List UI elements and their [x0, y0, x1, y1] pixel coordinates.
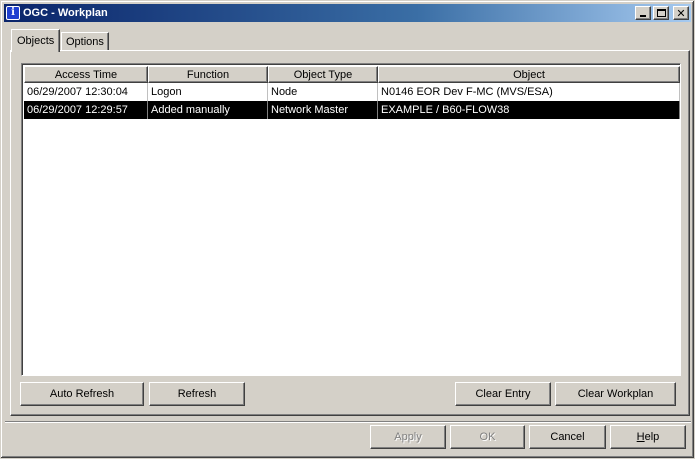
cell-function: Added manually: [148, 101, 268, 119]
cancel-button[interactable]: Cancel: [529, 425, 606, 449]
minimize-button[interactable]: [635, 6, 651, 20]
title-bar[interactable]: i OGC - Workplan ✕: [4, 4, 691, 22]
tab-objects[interactable]: Objects: [11, 29, 61, 52]
table-row-selected[interactable]: 06/29/2007 12:29:57 Added manually Netwo…: [24, 101, 680, 119]
bottom-separator: [5, 421, 691, 423]
cell-object: N0146 EOR Dev F-MC (MVS/ESA): [378, 83, 680, 101]
close-icon: ✕: [676, 6, 686, 20]
help-label-rest: elp: [644, 431, 660, 443]
close-button[interactable]: ✕: [673, 6, 689, 20]
column-header-access-time[interactable]: Access Time: [24, 66, 148, 83]
list-header: Access Time Function Object Type Object: [24, 66, 680, 83]
cell-object-type: Node: [268, 83, 378, 101]
auto-refresh-button[interactable]: Auto Refresh: [20, 382, 144, 406]
refresh-button[interactable]: Refresh: [149, 382, 245, 406]
minimize-icon: [640, 15, 646, 17]
column-header-function[interactable]: Function: [148, 66, 268, 83]
cell-access-time: 06/29/2007 12:30:04: [24, 83, 148, 101]
clear-workplan-button[interactable]: Clear Workplan: [555, 382, 676, 406]
help-button[interactable]: Help: [610, 425, 686, 449]
cell-object-type: Network Master: [268, 101, 378, 119]
workplan-list[interactable]: Access Time Function Object Type Object …: [21, 63, 681, 376]
clear-entry-button[interactable]: Clear Entry: [455, 382, 551, 406]
info-app-icon: i: [6, 6, 20, 20]
cell-function: Logon: [148, 83, 268, 101]
objects-tab-panel: Access Time Function Object Type Object …: [10, 50, 690, 416]
maximize-button[interactable]: [653, 6, 669, 20]
tab-options[interactable]: Options: [61, 32, 109, 51]
cell-access-time: 06/29/2007 12:29:57: [24, 101, 148, 119]
column-header-object[interactable]: Object: [378, 66, 680, 83]
apply-button[interactable]: Apply: [370, 425, 446, 449]
cell-object: EXAMPLE / B60-FLOW38: [378, 101, 680, 119]
workplan-window: i OGC - Workplan ✕ Objects Options Acces…: [0, 0, 695, 459]
column-header-object-type[interactable]: Object Type: [268, 66, 378, 83]
ok-button[interactable]: OK: [450, 425, 525, 449]
table-row[interactable]: 06/29/2007 12:30:04 Logon Node N0146 EOR…: [24, 83, 680, 101]
window-title: OGC - Workplan: [23, 7, 108, 19]
maximize-icon: [656, 9, 666, 17]
list-body: 06/29/2007 12:30:04 Logon Node N0146 EOR…: [24, 83, 680, 119]
help-accelerator: H: [636, 431, 645, 443]
